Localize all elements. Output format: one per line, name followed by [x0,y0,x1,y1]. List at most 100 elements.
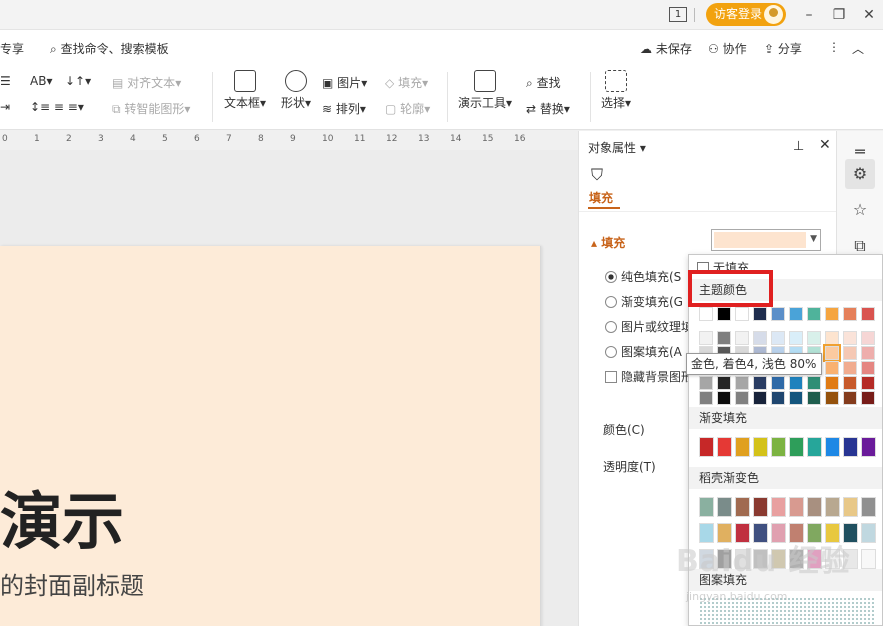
theme-color-swatch[interactable] [807,391,821,405]
shell-gradient-swatch[interactable] [771,497,786,517]
theme-color-swatch[interactable] [771,331,785,345]
minimize-icon[interactable]: – [800,6,818,24]
star-icon[interactable]: ☆ [845,195,875,225]
radio-solid[interactable] [605,271,617,283]
checkbox-hide-bg[interactable] [605,371,617,383]
theme-color-swatch[interactable] [825,361,839,375]
theme-color-swatch[interactable] [843,361,857,375]
theme-color-swatch[interactable] [753,307,767,321]
theme-color-swatch[interactable] [825,376,839,390]
shell-gradient-swatch[interactable] [789,497,804,517]
collaborate-button[interactable]: ⚇ 协作 [708,40,747,57]
pattern-fill-option[interactable]: 图案填充(A [605,343,682,360]
fill-button[interactable]: ◇ 填充▾ [385,74,428,91]
align-text-button[interactable]: ▤ 对齐文本▾ [112,74,181,91]
theme-color-swatch[interactable] [789,307,803,321]
sort-icon[interactable]: ↓↑▾ [65,74,91,88]
theme-color-swatch[interactable] [807,376,821,390]
theme-color-swatch[interactable] [771,391,785,405]
gradient-swatch[interactable] [717,437,732,457]
slide-subtitle[interactable]: 的封面副标题 [0,566,144,601]
close-panel-icon[interactable]: ✕ [819,137,831,153]
outline-button[interactable]: ▢ 轮廓▾ [385,100,430,117]
picture-button[interactable]: ▣ 图片▾ [322,74,367,91]
smart-shape-button[interactable]: ⧉ 转智能图形▾ [112,100,190,117]
theme-color-swatch[interactable] [699,307,713,321]
shell-gradient-swatch[interactable] [843,497,858,517]
theme-color-swatch[interactable] [843,331,857,345]
panel-title[interactable]: 对象属性 ▾ [588,139,646,156]
textbox-button[interactable]: 文本框▾ [222,70,268,111]
shell-gradient-swatch[interactable] [825,497,840,517]
slide-title[interactable]: 演示 [0,471,124,561]
theme-color-swatch[interactable] [699,376,713,390]
theme-color-swatch[interactable] [807,307,821,321]
radio-gradient[interactable] [605,296,617,308]
theme-color-swatch[interactable] [735,376,749,390]
tab-fill[interactable]: 填充 [589,189,613,206]
fill-section-header[interactable]: ▴ 填充 [591,234,625,251]
theme-color-swatch[interactable] [823,344,841,362]
theme-color-swatch[interactable] [843,307,857,321]
gradient-swatch[interactable] [825,437,840,457]
replace-button[interactable]: ⇄ 替换▾ [526,100,570,117]
indent-icon[interactable]: ⇥ [0,100,10,114]
gradient-swatch[interactable] [735,437,750,457]
theme-color-swatch[interactable] [753,376,767,390]
theme-color-swatch[interactable] [717,391,731,405]
guest-login-button[interactable]: 访客登录 [706,3,786,26]
theme-color-swatch[interactable] [861,331,875,345]
theme-color-swatch[interactable] [771,307,785,321]
shell-gradient-swatch[interactable] [699,497,714,517]
theme-color-swatch[interactable] [825,307,839,321]
theme-color-swatch[interactable] [735,331,749,345]
theme-color-swatch[interactable] [825,391,839,405]
theme-color-swatch[interactable] [843,376,857,390]
slide[interactable]: 演示 的封面副标题 [0,246,541,626]
theme-color-swatch[interactable] [753,331,767,345]
line-spacing-icon[interactable]: ↕≡ ≡ ≡▾ [30,100,84,114]
shell-gradient-swatch[interactable] [807,497,822,517]
theme-color-swatch[interactable] [717,376,731,390]
gradient-swatch[interactable] [789,437,804,457]
theme-color-swatch[interactable] [789,376,803,390]
fill-color-dropdown[interactable]: ▼ [711,229,821,251]
theme-color-swatch[interactable] [861,307,875,321]
theme-color-swatch[interactable] [753,391,767,405]
gradient-swatch[interactable] [861,437,876,457]
shell-gradient-swatch[interactable] [861,497,876,517]
menu-exclusive[interactable]: 专享 [0,40,24,57]
gradient-swatch[interactable] [807,437,822,457]
close-icon[interactable]: ✕ [860,6,878,24]
share-button[interactable]: ⇪ 分享 [764,40,802,57]
theme-color-swatch[interactable] [699,331,713,345]
theme-color-swatch[interactable] [699,391,713,405]
shell-gradient-swatch[interactable] [753,497,768,517]
select-button[interactable]: 选择▾ [598,70,634,111]
shell-gradient-swatch[interactable] [861,523,876,543]
theme-color-swatch[interactable] [789,391,803,405]
theme-color-swatch[interactable] [843,391,857,405]
restore-icon[interactable]: ❐ [830,6,848,24]
pin-icon[interactable]: ⊥ [793,139,804,154]
radio-picture[interactable] [605,321,617,333]
shell-gradient-swatch[interactable] [717,497,732,517]
shell-gradient-swatch[interactable] [735,497,750,517]
theme-color-swatch[interactable] [807,331,821,345]
arrange-button[interactable]: ≋ 排列▾ [322,100,366,117]
gradient-fill-option[interactable]: 渐变填充(G [605,293,683,310]
unsaved-button[interactable]: ☁ 未保存 [640,40,692,57]
presentation-tools-button[interactable]: 演示工具▾ [456,70,514,111]
more-icon[interactable]: ⋮ [828,40,840,54]
gradient-swatch[interactable] [771,437,786,457]
text-spacing-icon[interactable]: AB▾ [30,74,52,88]
theme-color-swatch[interactable] [861,391,875,405]
gradient-swatch[interactable] [699,437,714,457]
page-number-icon[interactable]: 1 [669,7,687,22]
theme-color-swatch[interactable] [735,391,749,405]
theme-color-swatch[interactable] [861,376,875,390]
picture-fill-option[interactable]: 图片或纹理填 [605,318,693,335]
command-search[interactable]: ⌕ 查找命令、搜索模板 [50,40,169,57]
solid-fill-option[interactable]: 纯色填充(S [605,268,681,285]
theme-color-swatch[interactable] [861,346,875,360]
